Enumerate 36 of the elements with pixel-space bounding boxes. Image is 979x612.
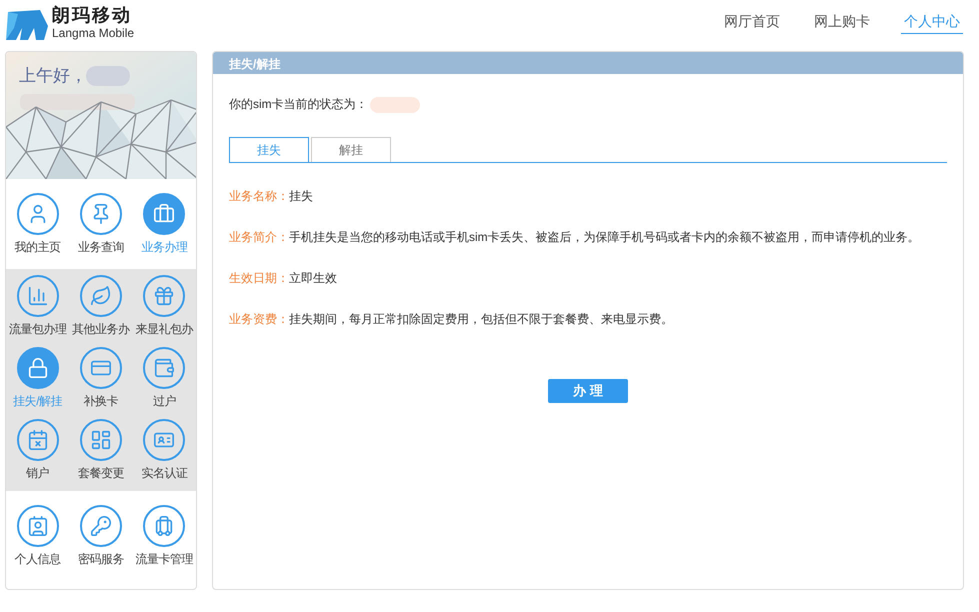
detail-line: 业务简介：手机挂失是当您的移动电话或手机sim卡丢失、被盗后，为保障手机号码或者卡内的余额不被盗用，而申请停机的业务。 [229,230,921,245]
layout-icon [90,429,112,451]
menu-item[interactable]: 流量包办理 [6,275,70,347]
logo-title: 朗玛移动 [52,5,133,26]
menu-item[interactable]: 其他业务办 [69,275,133,347]
menu-item[interactable]: 业务查询 [69,193,133,265]
lock-icon [26,357,49,379]
logo-subtitle: Langma Mobile [52,26,134,40]
calendar-icon [26,429,49,451]
menu-item[interactable]: 补换卡 [69,347,133,419]
key-icon [90,515,112,537]
menu-item[interactable]: 流量卡管理 [132,505,196,577]
briefcase-icon [153,203,176,225]
menu-item[interactable]: 套餐变更 [69,419,133,491]
menu-item[interactable]: 实名认证 [132,419,196,491]
gift-icon [153,285,176,307]
menu-item[interactable]: 密码服务 [69,505,133,577]
contact-card-icon [26,515,49,537]
menu-item[interactable]: 个人信息 [6,505,70,577]
bar-chart-icon [26,285,49,307]
nav-link[interactable]: 网厅首页 [721,11,783,34]
panel-title: 挂失/解挂 [213,52,963,74]
nav-link[interactable]: 网上购卡 [811,11,873,34]
greeting: 上午好， [19,65,87,87]
menu-item[interactable]: 我的主页 [6,193,70,265]
status-label: 你的sim卡当前的状态为： [229,96,368,113]
tab[interactable]: 解挂 [311,137,391,162]
redacted-status [370,96,420,112]
menu-item[interactable]: 过户 [132,347,196,419]
wallet-icon [153,357,176,379]
menu-item[interactable]: 销户 [6,419,70,491]
detail-line: 生效日期：立即生效 [229,271,338,286]
detail-line: 业务名称：挂失 [229,189,314,204]
detail-line: 业务资费：挂失期间，每月正常扣除固定费用，包括但不限于套餐费、来电显示费。 [229,312,674,327]
menu-item[interactable]: 来显礼包办 [132,275,196,347]
leaf-icon [90,285,112,307]
